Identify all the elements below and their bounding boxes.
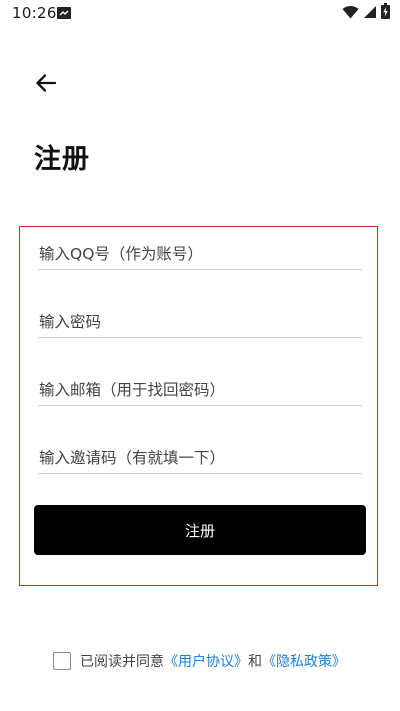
email-input[interactable]: [38, 374, 363, 405]
register-button[interactable]: 注册: [34, 505, 366, 555]
back-button[interactable]: [30, 70, 62, 100]
agreement-prefix: 已阅读并同意: [80, 654, 164, 670]
privacy-policy-link[interactable]: 《隐私政策》: [262, 651, 346, 671]
user-agreement-link[interactable]: 《用户协议》: [164, 651, 248, 671]
status-time: 10:26: [12, 4, 57, 22]
status-icons: [342, 3, 390, 23]
password-field-container: [38, 306, 363, 338]
arrow-left-icon: [35, 73, 57, 97]
agreement-checkbox[interactable]: [53, 652, 71, 670]
page-title: 注册: [34, 144, 90, 175]
status-bar: 10:26: [0, 0, 400, 28]
registration-form: 注册: [19, 226, 378, 586]
invite-code-input[interactable]: [38, 442, 363, 473]
agreement-joiner: 和: [248, 654, 262, 670]
qq-field-container: [38, 238, 363, 270]
notification-icon: [57, 7, 71, 19]
qq-number-input[interactable]: [38, 238, 363, 269]
invite-field-container: [38, 442, 363, 474]
password-input[interactable]: [38, 306, 363, 337]
wifi-icon: [342, 4, 359, 23]
battery-charging-icon: [381, 3, 390, 23]
agreement-row: 已阅读并同意 《用户协议》 和 《隐私政策》: [53, 650, 346, 672]
cellular-signal-icon: [363, 4, 377, 23]
email-field-container: [38, 374, 363, 406]
